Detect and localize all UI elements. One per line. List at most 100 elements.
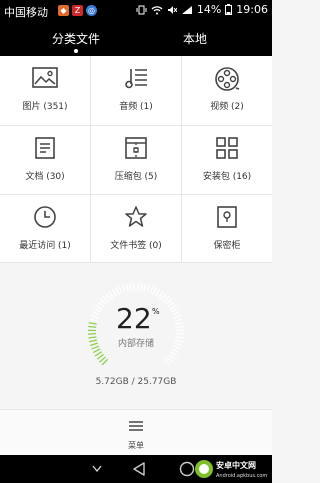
gauge-tick [97, 301, 105, 308]
gauge-tick [88, 325, 97, 328]
category-images[interactable]: 图片 (351) [0, 56, 90, 125]
tab-classified-files[interactable]: 分类文件 [52, 30, 100, 47]
document-icon [35, 137, 55, 159]
category-packages[interactable]: 安装包 (16) [182, 126, 272, 195]
gauge-tick [143, 283, 147, 292]
storage-size: 5.72GB / 25.77GB [95, 377, 177, 387]
category-safe[interactable]: 保密柜 [182, 195, 272, 264]
menu-icon [129, 421, 143, 431]
gauge-tick [165, 298, 173, 305]
tab-local[interactable]: 本地 [183, 30, 207, 47]
category-label: 视频 (2) [210, 102, 244, 112]
category-video[interactable]: 视频 (2) [182, 56, 272, 125]
battery-icon [225, 4, 233, 15]
svg-text:安卓中文网: 安卓中文网 [216, 460, 256, 470]
gauge-tick [163, 295, 170, 303]
watermark-logo: 安卓中文网 Android.apkbus.com [194, 457, 270, 481]
gauge-tick [95, 304, 103, 310]
category-label: 文件书签 (0) [110, 241, 162, 251]
gauge-tick [155, 289, 161, 297]
category-label: 文档 (30) [25, 172, 65, 182]
gauge-tick [93, 307, 102, 313]
category-label: 音频 (1) [119, 102, 153, 112]
gauge-tick [163, 358, 171, 366]
tab-bar: 分类文件 本地 [0, 22, 272, 56]
wifi-icon [151, 5, 163, 14]
gauge-tick [89, 318, 98, 322]
gauge-tick [160, 293, 167, 301]
vibrate-icon [136, 5, 147, 14]
signal-icon [181, 5, 192, 14]
battery-percent: 14% [196, 3, 222, 16]
carrier-name: 中国移动 [4, 6, 48, 19]
gauge-tick [92, 348, 101, 354]
gauge-tick [88, 333, 97, 335]
svg-text:Android.apkbus.com: Android.apkbus.com [216, 473, 267, 479]
image-icon [32, 67, 58, 88]
star-icon [125, 206, 147, 227]
category-audio[interactable]: 音频 (1) [91, 56, 181, 125]
gauge-tick [149, 285, 154, 294]
app-notification-icon: Z [72, 5, 83, 16]
home-icon[interactable] [179, 461, 195, 477]
mute-icon [167, 5, 177, 14]
gauge-tick [172, 311, 181, 316]
gauge-tick [167, 301, 175, 308]
archive-icon [125, 137, 147, 159]
app-notification-icon: ◎ [86, 5, 97, 16]
gauge-tick [146, 284, 150, 293]
gauge-tick [101, 358, 109, 366]
hide-nav-icon[interactable] [92, 465, 102, 473]
category-label: 最近访问 (1) [19, 241, 71, 251]
video-reel-icon [215, 67, 240, 91]
gauge-tick [170, 307, 179, 313]
category-documents[interactable]: 文档 (30) [0, 126, 90, 195]
gauge-tick [105, 293, 112, 301]
gauge-tick [114, 287, 120, 296]
gauge-tick [129, 283, 132, 292]
gauge-tick [171, 348, 180, 354]
menu-button[interactable]: 菜单 [0, 409, 272, 455]
storage-label: 内部存储 [117, 339, 154, 349]
category-grid: 图片 (351) 音频 (1) 视频 (2) 文档 (30) 压缩包 (5) 安… [0, 56, 272, 263]
category-label: 保密柜 [213, 241, 241, 251]
category-label: 图片 (351) [22, 102, 68, 112]
gauge-tick [96, 353, 104, 360]
clock-icon [34, 206, 56, 228]
safe-icon [217, 206, 237, 228]
back-icon[interactable] [132, 461, 146, 477]
clock-time: 19:06 [236, 3, 268, 16]
gauge-tick [175, 333, 184, 335]
gauge-tick [158, 290, 164, 299]
menu-label: 菜单 [128, 441, 144, 450]
gauge-tick [102, 295, 109, 303]
navigation-bar: 安卓中文网 Android.apkbus.com [0, 455, 272, 483]
app-notification-icon: ◆ [58, 5, 69, 16]
gauge-tick [169, 304, 177, 310]
category-label: 安装包 (16) [202, 172, 252, 182]
gauge-tick [152, 287, 158, 296]
gauge-tick [91, 311, 100, 316]
gauge-tick [168, 353, 176, 360]
gauge-tick [99, 298, 107, 305]
status-icons: 14% 19:06 [136, 3, 268, 16]
gauge-tick [90, 314, 99, 319]
gauge-tick [175, 325, 184, 328]
category-bookmarks[interactable]: 文件书签 (0) [91, 195, 181, 264]
gauge-tick [175, 322, 184, 325]
gauge-tick [108, 290, 114, 299]
gauge-tick [122, 284, 126, 293]
gauge-tick [166, 356, 173, 363]
gauge-tick [99, 356, 106, 363]
apps-grid-icon [216, 137, 238, 159]
notification-badges: ◆ Z ◎ [58, 5, 97, 16]
category-recent[interactable]: 最近访问 (1) [0, 195, 90, 264]
gauge-tick [140, 283, 143, 292]
gauge-tick [118, 285, 123, 294]
gauge-tick [169, 351, 178, 357]
gauge-tick [111, 289, 117, 297]
category-archives[interactable]: 压缩包 (5) [91, 126, 181, 195]
gauge-tick [174, 318, 183, 322]
gauge-tick [125, 283, 129, 292]
storage-percent: 22 [116, 302, 152, 335]
